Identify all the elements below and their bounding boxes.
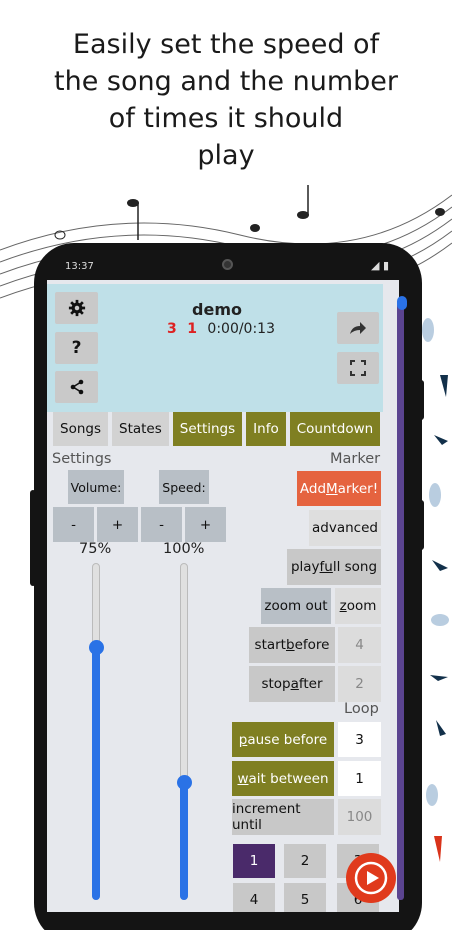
promo-line: of times it should xyxy=(108,103,344,134)
start-before-label-post: efore xyxy=(294,637,330,653)
forward-arrow-icon xyxy=(350,322,366,334)
volume-label-button[interactable]: Volume: xyxy=(68,470,124,504)
scrollbar-thumb[interactable] xyxy=(397,296,407,310)
fullscreen-button[interactable] xyxy=(337,352,379,384)
add-marker-label-key: M xyxy=(326,480,338,497)
settings-gear-button[interactable] xyxy=(55,292,98,324)
play-full-label-pre: play xyxy=(290,559,320,575)
time-position: 0:00/0:13 xyxy=(207,321,275,337)
promo-line: the song and the number xyxy=(54,66,398,97)
wait-between-label-key: w xyxy=(237,770,249,787)
volume-plus-button[interactable]: + xyxy=(97,507,138,542)
stop-after-label-post: fter xyxy=(298,676,323,692)
wait-between-input[interactable]: 1 xyxy=(338,761,381,796)
fullscreen-icon xyxy=(350,360,366,376)
play-counts: 3 1 0:00/0:13 xyxy=(167,321,275,337)
zoom-label-key: z xyxy=(339,598,347,614)
stop-after-label-key: a xyxy=(290,676,299,692)
count-b: 1 xyxy=(187,321,197,337)
start-before-input[interactable]: 4 xyxy=(338,627,381,663)
settings-section-label: Settings xyxy=(52,451,112,467)
speed-plus-button[interactable]: + xyxy=(185,507,226,542)
wait-between-label-post: ait between xyxy=(248,770,329,787)
status-time: 13:37 xyxy=(65,261,94,272)
phone-side-button xyxy=(418,500,424,550)
promo-headline: Easily set the speed of the song and the… xyxy=(0,26,452,174)
share-icon xyxy=(70,379,83,395)
gear-icon xyxy=(68,299,85,317)
pause-before-label-post: ause before xyxy=(247,731,328,748)
zoom-out-button[interactable]: zoom out xyxy=(261,588,331,624)
stop-after-button[interactable]: stop a fter xyxy=(249,666,335,702)
share-button[interactable] xyxy=(55,371,98,403)
add-marker-label-pre: Add xyxy=(299,480,327,497)
loop-count-5[interactable]: 5 xyxy=(284,883,326,912)
tab-info[interactable]: Info xyxy=(246,412,286,446)
loop-count-2[interactable]: 2 xyxy=(284,844,326,878)
start-before-label-key: b xyxy=(285,637,295,653)
advanced-button[interactable]: advanced xyxy=(309,510,381,546)
speed-slider-knob[interactable] xyxy=(177,775,192,791)
stop-after-label-pre: stop xyxy=(261,676,291,692)
song-title: demo xyxy=(192,300,242,319)
tab-settings[interactable]: Settings xyxy=(172,412,243,446)
increment-until-input[interactable]: 100 xyxy=(338,799,381,835)
song-header: ? demo 3 1 0:00/0:13 xyxy=(47,284,383,412)
add-marker-button[interactable]: Add Marker! xyxy=(297,471,381,506)
pause-before-button[interactable]: p ause before xyxy=(232,722,334,757)
stop-after-input[interactable]: 2 xyxy=(338,666,381,702)
add-marker-label-post: arker! xyxy=(337,480,379,497)
volume-slider-knob[interactable] xyxy=(89,640,104,656)
volume-value: 75% xyxy=(79,541,112,557)
loop-count-1[interactable]: 1 xyxy=(233,844,275,878)
speed-label-button[interactable]: Speed: xyxy=(159,470,209,504)
camera-icon xyxy=(222,259,233,270)
play-button[interactable] xyxy=(346,853,396,903)
volume-slider-fill xyxy=(92,647,100,900)
speed-value: 100% xyxy=(163,541,205,557)
promo-line: play xyxy=(197,140,255,171)
tab-bar: Songs States Settings Info Countdown xyxy=(53,412,381,446)
loop-count-4[interactable]: 4 xyxy=(233,883,275,912)
forward-button[interactable] xyxy=(337,312,379,344)
start-before-button[interactable]: start b efore xyxy=(249,627,335,663)
help-button[interactable]: ? xyxy=(55,332,98,364)
app-screen: ? demo 3 1 0:00/0:13 Songs States Settin… xyxy=(47,280,399,912)
zoom-button[interactable]: z oom xyxy=(335,588,381,624)
promo-line: Easily set the speed of xyxy=(72,29,380,60)
pause-before-label-key: p xyxy=(238,731,248,748)
scrollbar[interactable] xyxy=(397,300,404,900)
count-a: 3 xyxy=(167,321,177,337)
phone-side-button xyxy=(30,490,36,586)
marker-section-label: Marker xyxy=(330,451,381,467)
zoom-label-post: oom xyxy=(346,598,377,614)
tab-countdown[interactable]: Countdown xyxy=(289,412,381,446)
speed-slider-fill xyxy=(180,782,188,900)
speed-minus-button[interactable]: - xyxy=(141,507,182,542)
tab-states[interactable]: States xyxy=(112,412,169,446)
wait-between-button[interactable]: w ait between xyxy=(232,761,334,796)
volume-minus-button[interactable]: - xyxy=(53,507,94,542)
increment-until-button[interactable]: increment until xyxy=(232,799,334,835)
pause-before-input[interactable]: 3 xyxy=(338,722,381,757)
phone-side-button xyxy=(418,380,424,420)
play-full-label-key: fu xyxy=(319,559,333,575)
tab-songs[interactable]: Songs xyxy=(53,412,108,446)
play-full-label-post: ll song xyxy=(332,559,378,575)
signal-battery-icon: ◢ ▮ xyxy=(370,259,389,272)
play-icon xyxy=(354,861,388,895)
question-icon: ? xyxy=(71,338,82,358)
loop-section-label: Loop xyxy=(344,701,379,717)
start-before-label-pre: start xyxy=(254,637,286,653)
play-full-song-button[interactable]: play fu ll song xyxy=(287,549,381,585)
